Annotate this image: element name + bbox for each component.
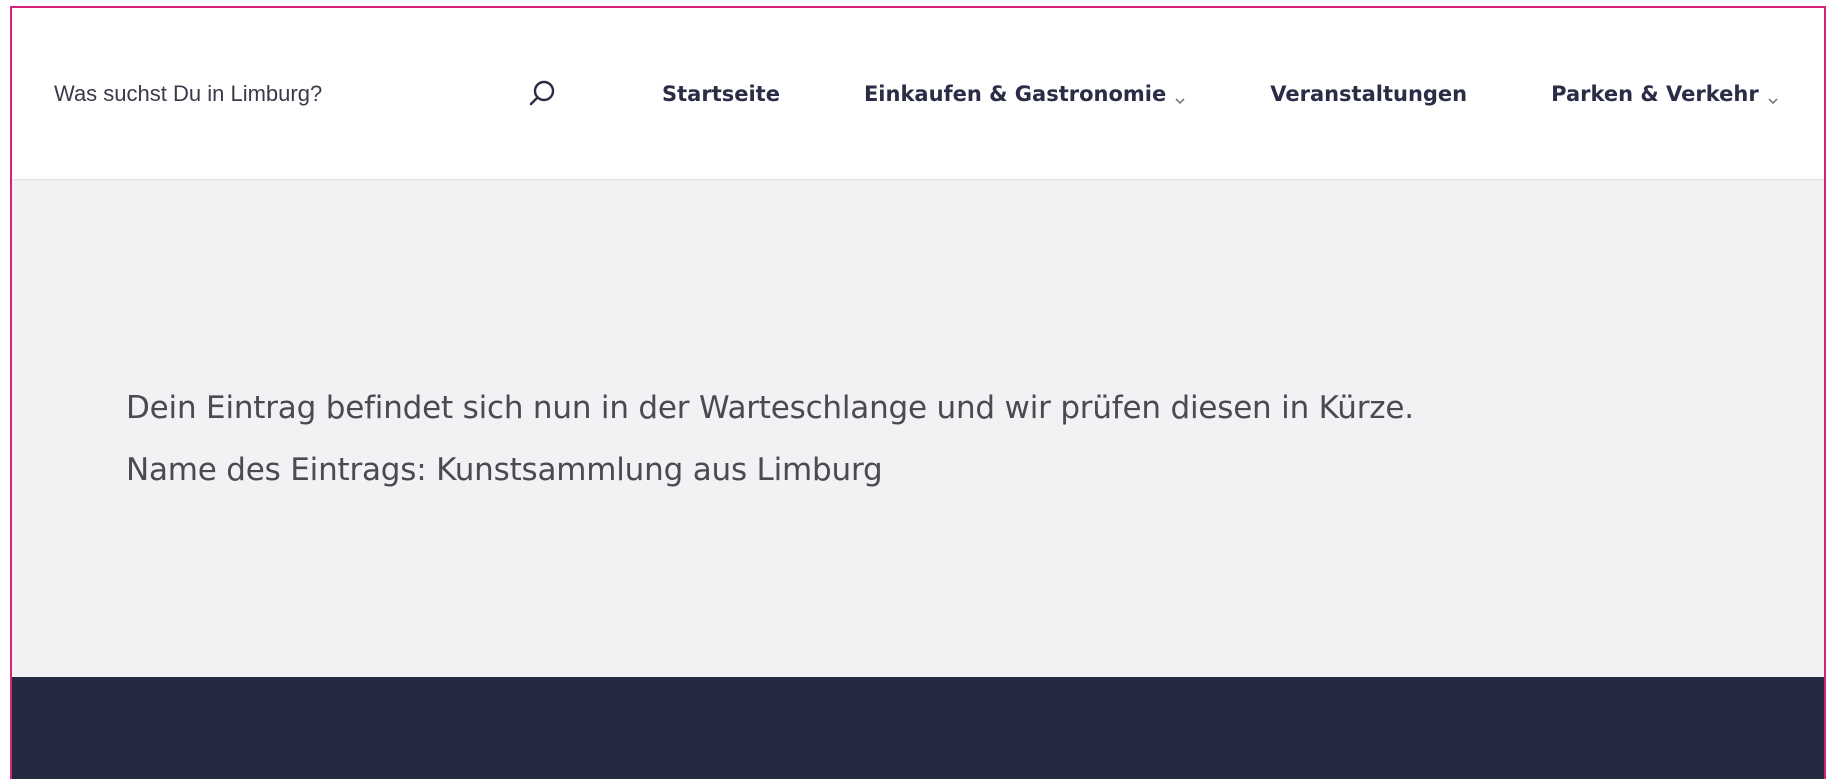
site-footer (12, 677, 1826, 779)
search-icon[interactable] (524, 76, 560, 112)
chevron-down-icon (1174, 88, 1186, 105)
main-navigation: Startseite Einkaufen & Gastronomie Veran… (662, 68, 1826, 120)
nav-item-parken-verkehr[interactable]: Parken & Verkehr (1551, 82, 1779, 106)
chevron-down-icon (1767, 88, 1779, 105)
page-viewport: Startseite Einkaufen & Gastronomie Veran… (10, 6, 1826, 779)
site-header: Startseite Einkaufen & Gastronomie Veran… (12, 8, 1826, 180)
nav-item-einkaufen-gastronomie[interactable]: Einkaufen & Gastronomie (864, 82, 1186, 106)
queue-confirmation-message: Dein Eintrag befindet sich nun in der Wa… (126, 390, 1414, 426)
nav-item-veranstaltungen[interactable]: Veranstaltungen (1270, 82, 1467, 106)
confirmation-section: Dein Eintrag befindet sich nun in der Wa… (12, 180, 1826, 677)
search-bar (12, 68, 572, 120)
nav-item-label: Startseite (662, 82, 780, 106)
nav-item-label: Veranstaltungen (1270, 82, 1468, 106)
nav-item-startseite[interactable]: Startseite (662, 82, 780, 106)
nav-item-label: Einkaufen & Gastronomie (863, 82, 1167, 106)
entry-name-text: Name des Eintrags: Kunstsammlung aus Lim… (126, 452, 883, 488)
browser-frame: Startseite Einkaufen & Gastronomie Veran… (0, 0, 1826, 779)
search-input[interactable] (12, 80, 496, 108)
nav-item-label: Parken & Verkehr (1551, 82, 1759, 106)
